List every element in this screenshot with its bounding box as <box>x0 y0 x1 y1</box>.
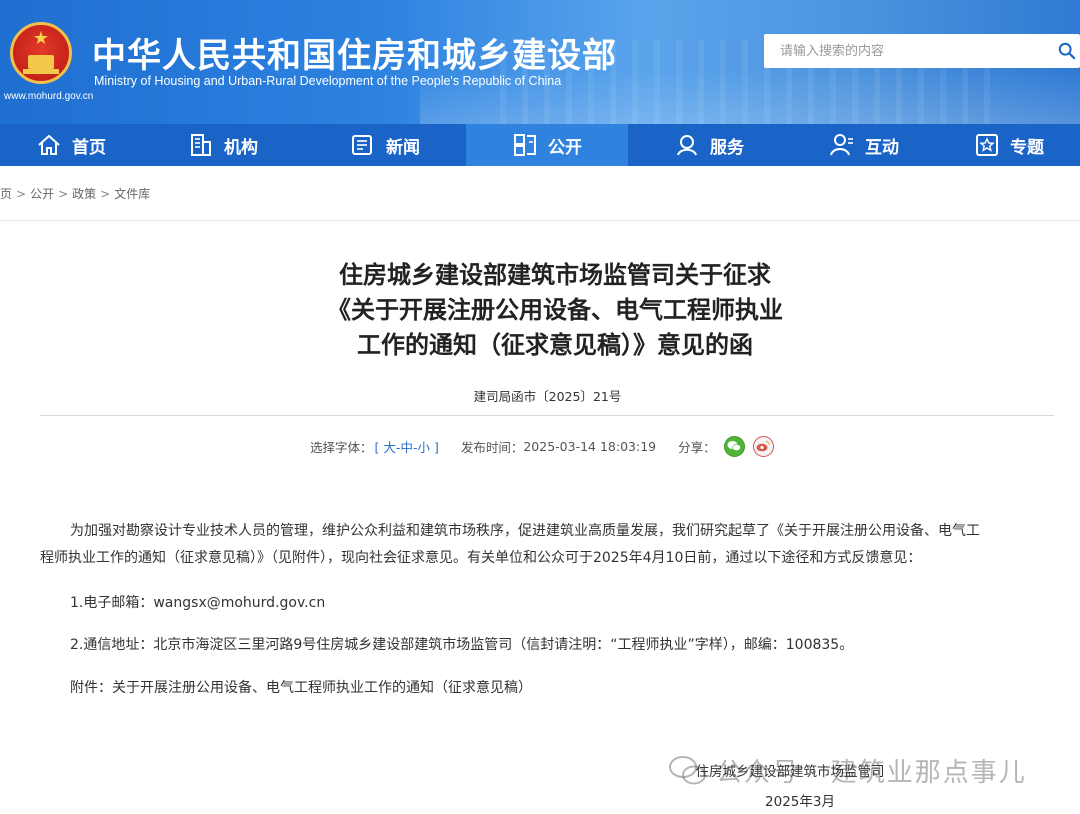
breadcrumb-separator: > <box>16 187 27 201</box>
building-icon <box>191 134 211 156</box>
site-subtitle: Ministry of Housing and Urban-Rural Deve… <box>94 74 562 88</box>
search-icon[interactable] <box>1058 42 1076 60</box>
article-title-line: 住房城乡建设部建筑市场监管司关于征求 <box>339 261 771 289</box>
nav-item-topics[interactable]: 专题 <box>938 124 1080 166</box>
font-size-label: 选择字体： <box>310 439 373 455</box>
nav-item-service[interactable]: 服务 <box>628 124 790 166</box>
nav-item-news[interactable]: 新闻 <box>304 124 466 166</box>
paragraph-line: 程师执业工作的通知（征求意见稿）》（见附件），现向社会征求意见。有关单位和公众可… <box>40 550 922 566</box>
publish-time: 2025-03-14 18:03:19 <box>523 438 657 454</box>
font-size-large-button[interactable]: 大 <box>383 440 396 455</box>
font-bracket: [ <box>374 439 380 455</box>
breadcrumb-separator: > <box>58 187 69 201</box>
breadcrumb-public[interactable]: 公开 <box>30 187 54 201</box>
nav-label: 专题 <box>1010 137 1044 158</box>
share-label: 分享： <box>678 439 716 455</box>
document-number: 建司局函市〔2025〕21号 <box>473 389 622 404</box>
document-icon <box>514 134 536 156</box>
breadcrumb: 页 > 公开 > 政策 > 文件库 <box>0 185 150 202</box>
search-input[interactable] <box>764 34 1054 68</box>
nav-label: 机构 <box>224 137 258 158</box>
issuer-signature: 住房城乡建设部建筑市场监管司 <box>695 764 885 780</box>
article-title: 住房城乡建设部建筑市场监管司关于征求 《关于开展注册公用设备、电气工程师执业 工… <box>200 258 910 363</box>
national-emblem-icon[interactable]: ★ <box>10 22 72 84</box>
home-icon <box>38 134 60 155</box>
breadcrumb-library[interactable]: 文件库 <box>114 187 150 201</box>
breadcrumb-divider <box>0 220 1080 221</box>
font-size-small-button[interactable]: 小 <box>417 440 430 455</box>
nav-label: 公开 <box>548 137 582 158</box>
article-meta: 选择字体： [ 大-中-小 ] 发布时间： 2025-03-14 18:03:1… <box>310 435 774 457</box>
star-icon <box>976 134 998 156</box>
issue-date: 2025年3月 <box>765 794 835 810</box>
site-header: ★ www.mohurd.gov.cn 中华人民共和国住房和城乡建设部 Mini… <box>0 0 1080 124</box>
weibo-share-icon[interactable] <box>752 435 774 457</box>
article-paragraph: 为加强对勘察设计专业技术人员的管理，维护公众利益和建筑市场秩序，促进建筑业高质量… <box>40 518 1060 572</box>
font-size-options: [ 大-中-小 ] <box>375 437 439 456</box>
breadcrumb-policy[interactable]: 政策 <box>72 187 96 201</box>
wechat-share-icon[interactable] <box>723 435 745 457</box>
contact-email: 1.电子邮箱：wangsx@mohurd.gov.cn <box>70 595 326 611</box>
nav-label: 首页 <box>72 137 106 158</box>
paragraph-line: 为加强对勘察设计专业技术人员的管理，维护公众利益和建筑市场秩序，促进建筑业高质量… <box>70 523 980 539</box>
attachment-link[interactable]: 附件：关于开展注册公用设备、电气工程师执业工作的通知（征求意见稿） <box>70 677 532 697</box>
nav-label: 服务 <box>710 137 744 158</box>
article-title-line: 工作的通知（征求意见稿）》意见的函 <box>357 331 753 359</box>
site-url[interactable]: www.mohurd.gov.cn <box>4 91 93 102</box>
font-size-medium-button[interactable]: 中 <box>400 440 413 455</box>
nav-label: 新闻 <box>386 137 420 158</box>
nav-label: 互动 <box>865 137 899 158</box>
nav-item-organization[interactable]: 机构 <box>142 124 304 166</box>
service-icon <box>677 135 697 156</box>
font-bracket: ] <box>433 439 439 455</box>
nav-item-interaction[interactable]: 互动 <box>790 124 938 166</box>
publish-time-label: 发布时间： <box>460 439 524 455</box>
news-icon <box>352 135 372 155</box>
search-box <box>764 34 1080 68</box>
title-divider <box>40 415 1054 416</box>
nav-item-home[interactable]: 首页 <box>0 124 142 166</box>
breadcrumb-separator: > <box>100 187 111 201</box>
breadcrumb-home[interactable]: 页 <box>0 187 12 201</box>
main-nav: 首页 机构 新闻 公开 服务 互动 专题 <box>0 124 1080 166</box>
user-icon <box>830 134 853 156</box>
article-title-line: 《关于开展注册公用设备、电气工程师执业 <box>327 296 783 324</box>
contact-address: 2.通信地址：北京市海淀区三里河路9号住房城乡建设部建筑市场监管司（信封请注明：… <box>70 637 854 653</box>
nav-item-public[interactable]: 公开 <box>466 124 628 166</box>
site-title[interactable]: 中华人民共和国住房和城乡建设部 <box>92 28 617 77</box>
